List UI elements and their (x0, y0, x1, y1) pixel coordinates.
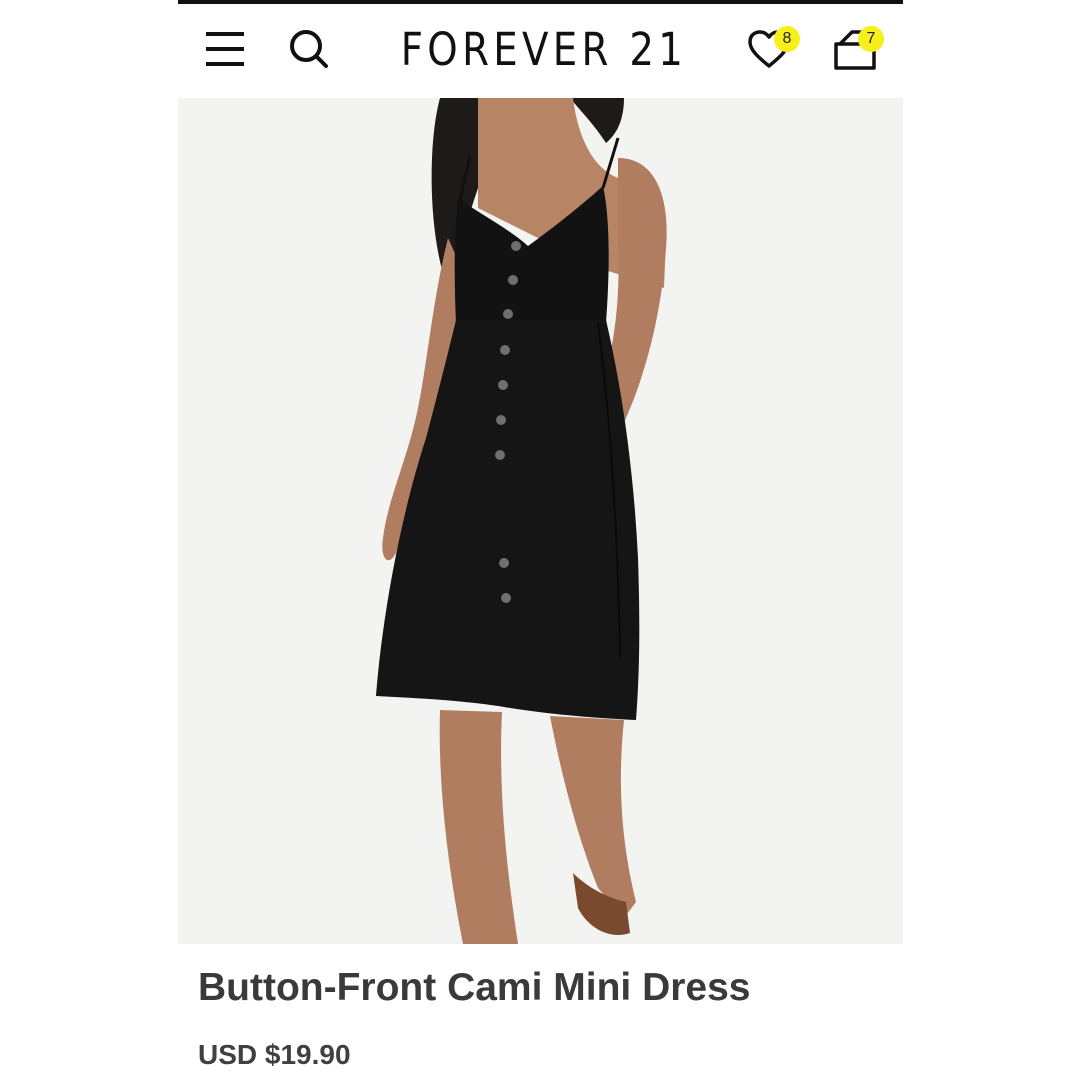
wishlist-count-badge: 8 (774, 26, 800, 52)
product-photo (178, 98, 903, 944)
product-title: Button-Front Cami Mini Dress (198, 966, 751, 1009)
product-image[interactable] (178, 98, 903, 944)
hamburger-menu-icon (206, 32, 244, 66)
bag-count-badge: 7 (858, 26, 884, 52)
app-header: FOREVER 21 8 7 (178, 4, 903, 98)
product-price: USD $19.90 (198, 1039, 351, 1070)
search-icon (290, 30, 328, 68)
product-screen: FOREVER 21 8 7 Button-Front Cami Mini Dr… (178, 0, 903, 1080)
search-button[interactable] (286, 26, 332, 72)
menu-button[interactable] (204, 28, 246, 70)
brand-logo[interactable]: FOREVER 21 (401, 22, 683, 78)
